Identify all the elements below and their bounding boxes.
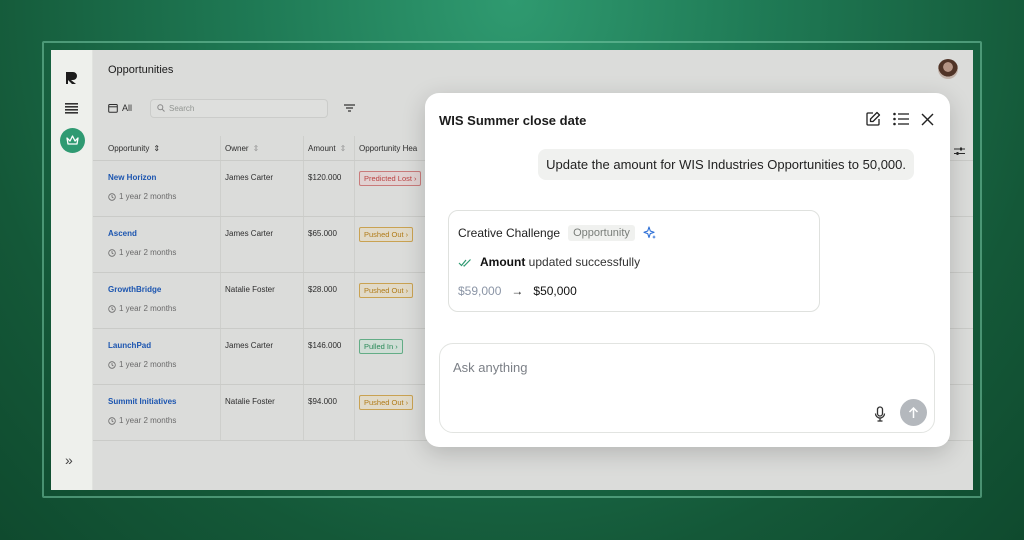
health-status-badge[interactable]: Pushed Out › [359, 227, 414, 242]
all-filter-button[interactable]: All [108, 103, 132, 113]
toolbar: All Search [108, 98, 356, 118]
page-title: Opportunities [108, 64, 174, 76]
opportunity-link[interactable]: Ascend [108, 229, 137, 238]
health-status-badge[interactable]: Pushed Out › [359, 283, 414, 298]
chevron-right-icon: › [395, 342, 398, 351]
chevron-right-icon: › [405, 230, 409, 239]
opportunity-link[interactable]: GrowthBridge [108, 285, 161, 294]
column-header-health[interactable]: Opportunity Hea [359, 144, 417, 153]
health-status-badge[interactable]: Pushed Out › [359, 395, 414, 410]
opportunity-age: 1 year 2 months [108, 304, 176, 313]
chevron-right-icon: › [413, 174, 417, 183]
status-label: Pushed Out [364, 286, 404, 295]
clock-icon [108, 248, 116, 257]
crown-icon [66, 135, 79, 145]
search-icon [157, 104, 165, 112]
sort-icon: ⇕ [339, 144, 347, 153]
ai-chat-panel: WIS Summer close date Update the amount … [425, 93, 950, 447]
new-chat-icon[interactable] [865, 111, 881, 127]
clock-icon [108, 192, 116, 201]
owner-cell: James Carter [225, 341, 274, 350]
owner-cell: James Carter [225, 229, 274, 238]
chat-header-actions [865, 111, 934, 127]
column-settings-icon[interactable] [954, 147, 965, 156]
search-placeholder: Search [169, 103, 195, 113]
chevron-right-icon: › [405, 398, 409, 407]
column-header-amount[interactable]: Amount ⇕ [308, 144, 346, 153]
close-icon[interactable] [921, 113, 934, 126]
update-result-card: Creative Challenge Opportunity Amount up… [448, 210, 820, 312]
status-label: Predicted Lost [364, 174, 412, 183]
amount-cell: $65.000 [308, 229, 337, 238]
send-button[interactable] [900, 399, 927, 426]
opportunity-tag: Opportunity [568, 225, 635, 241]
search-input[interactable]: Search [150, 98, 329, 118]
list-icon[interactable] [65, 103, 78, 114]
status-label: Pushed Out [364, 230, 404, 239]
sort-icon: ⇕ [153, 144, 161, 153]
health-status-badge[interactable]: Predicted Lost › [359, 171, 422, 186]
age-text: 1 year 2 months [119, 360, 177, 369]
opportunity-name[interactable]: Creative Challenge [458, 226, 560, 240]
chat-title: WIS Summer close date [439, 113, 587, 128]
status-label: Pulled In [364, 342, 394, 351]
history-list-icon[interactable] [893, 112, 909, 126]
amount-cell: $146.000 [308, 341, 342, 350]
age-text: 1 year 2 months [119, 304, 177, 313]
all-filter-label: All [122, 103, 133, 113]
column-header-label: Opportunity Hea [359, 144, 418, 153]
double-check-icon [458, 258, 471, 267]
filter-icon[interactable] [344, 104, 356, 112]
calendar-icon [108, 104, 118, 113]
user-message-bubble: Update the amount for WIS Industries Opp… [538, 149, 914, 180]
clock-icon [108, 360, 116, 369]
age-text: 1 year 2 months [119, 192, 177, 201]
clock-icon [108, 304, 116, 313]
age-text: 1 year 2 months [119, 248, 177, 257]
opportunity-age: 1 year 2 months [108, 248, 176, 257]
value-change: $59,000 → $50,000 [458, 284, 577, 298]
opportunity-age: 1 year 2 months [108, 360, 176, 369]
opportunity-link[interactable]: LaunchPad [108, 341, 151, 350]
arrow-right-icon: → [511, 284, 524, 298]
owner-cell: Natalie Foster [225, 397, 275, 406]
status-label: Pushed Out [364, 398, 404, 407]
opportunity-age: 1 year 2 months [108, 416, 176, 425]
expand-sidebar-icon[interactable]: » [65, 452, 73, 468]
update-status: Amount updated successfully [458, 255, 640, 269]
health-status-badge[interactable]: Pulled In › [359, 339, 403, 354]
owner-cell: James Carter [225, 173, 274, 182]
chevron-right-icon: › [405, 286, 409, 295]
column-header-label: Owner [225, 144, 249, 153]
opportunity-link[interactable]: Summit Initiatives [108, 397, 176, 406]
amount-cell: $94.000 [308, 397, 337, 406]
opportunity-link[interactable]: New Horizon [108, 173, 156, 182]
microphone-icon[interactable] [874, 406, 886, 422]
opportunity-age: 1 year 2 months [108, 192, 176, 201]
amount-cell: $120.000 [308, 173, 342, 182]
brand-logo-icon [66, 72, 77, 84]
owner-cell: Natalie Foster [225, 285, 275, 294]
chat-input-placeholder: Ask anything [453, 360, 528, 375]
column-header-label: Amount [308, 144, 336, 153]
user-avatar[interactable] [938, 59, 958, 79]
amount-cell: $28.000 [308, 285, 337, 294]
status-text: updated successfully [528, 255, 641, 269]
age-text: 1 year 2 months [119, 416, 177, 425]
column-header-label: Opportunity [108, 144, 150, 153]
column-header-opportunity[interactable]: Opportunity ⇕ [108, 144, 160, 153]
new-value: $50,000 [533, 284, 577, 298]
arrow-up-icon [908, 406, 919, 418]
sparkle-icon [643, 226, 656, 239]
card-header: Creative Challenge Opportunity [458, 225, 657, 241]
status-field: Amount [480, 255, 526, 269]
chat-input[interactable]: Ask anything [439, 343, 935, 433]
opportunities-nav-button[interactable] [60, 128, 85, 153]
sort-icon: ⇕ [252, 144, 260, 153]
nav-rail: » [51, 50, 93, 490]
old-value: $59,000 [458, 284, 502, 298]
column-header-owner[interactable]: Owner ⇕ [225, 144, 259, 153]
clock-icon [108, 416, 116, 425]
